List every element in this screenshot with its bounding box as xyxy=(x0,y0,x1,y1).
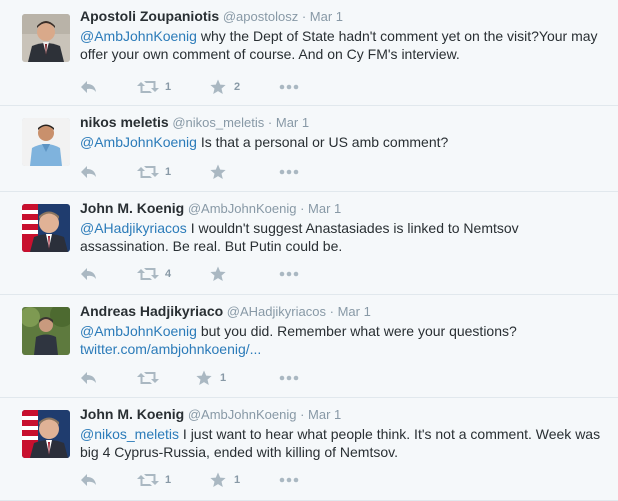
timestamp[interactable]: Mar 1 xyxy=(308,201,341,216)
display-name[interactable]: John M. Koenig xyxy=(80,200,184,216)
display-name[interactable]: Apostoli Zoupaniotis xyxy=(80,8,219,24)
more-dots-icon xyxy=(279,477,299,483)
tweet-text: @AmbJohnKoenig but you did. Remember wha… xyxy=(80,322,608,358)
tweet[interactable]: John M. Koenig @AmbJohnKoenig · Mar 1 @A… xyxy=(0,192,618,295)
more-button[interactable] xyxy=(278,370,300,388)
more-dots-icon xyxy=(279,375,299,381)
retweet-button[interactable]: 4 xyxy=(137,266,177,284)
avatar[interactable] xyxy=(22,410,70,458)
retweet-count: 1 xyxy=(165,81,172,93)
separator: · xyxy=(329,304,334,319)
separator: · xyxy=(301,9,307,24)
retweet-icon xyxy=(137,166,159,178)
timestamp[interactable]: Mar 1 xyxy=(276,115,309,130)
favorite-count: 2 xyxy=(234,81,241,93)
reply-icon xyxy=(81,166,96,178)
more-button[interactable] xyxy=(278,79,300,97)
separator: · xyxy=(267,115,273,130)
mention-link[interactable]: @AHadjikyriacos xyxy=(80,220,187,236)
reply-button[interactable] xyxy=(80,266,98,284)
tweet-body: Is that a personal or US amb comment? xyxy=(196,134,449,150)
user-handle[interactable]: @apostolosz xyxy=(223,9,298,24)
retweet-button[interactable]: 1 xyxy=(137,79,177,97)
mention-link[interactable]: @AmbJohnKoenig xyxy=(80,28,197,44)
timestamp[interactable]: Mar 1 xyxy=(338,304,371,319)
separator: · xyxy=(300,407,305,422)
favorite-star-icon xyxy=(210,164,226,179)
tweet[interactable]: nikos meletis @nikos_meletis · Mar 1 @Am… xyxy=(0,106,618,192)
favorite-star-icon xyxy=(210,472,226,487)
retweet-icon xyxy=(137,372,159,384)
favorite-button[interactable]: 1 xyxy=(196,370,236,388)
avatar[interactable] xyxy=(22,204,70,252)
favorite-button[interactable] xyxy=(210,266,250,284)
more-button[interactable] xyxy=(278,164,300,182)
reply-icon xyxy=(81,372,96,384)
favorite-button[interactable]: 1 xyxy=(210,472,250,490)
tweet[interactable]: John M. Koenig @AmbJohnKoenig · Mar 1 @n… xyxy=(0,398,618,501)
mention-link[interactable]: @AmbJohnKoenig xyxy=(80,134,197,150)
tweet-text: @nikos_meletis I just want to hear what … xyxy=(80,425,608,461)
retweet-count: 1 xyxy=(165,474,172,486)
reply-button[interactable] xyxy=(80,370,98,388)
mention-link[interactable]: @AmbJohnKoenig xyxy=(80,323,197,339)
tweet-actions: 1 xyxy=(80,164,320,184)
user-handle[interactable]: @AHadjikyriacos xyxy=(227,304,326,319)
tweet-text: @AmbJohnKoenig Is that a personal or US … xyxy=(80,133,608,151)
mention-link[interactable]: @nikos_meletis xyxy=(80,426,179,442)
avatar[interactable] xyxy=(22,14,70,62)
avatar[interactable] xyxy=(22,307,70,355)
reply-icon xyxy=(81,268,96,280)
favorite-button[interactable] xyxy=(210,164,250,182)
retweet-count: 1 xyxy=(165,166,172,178)
favorite-button[interactable]: 2 xyxy=(210,79,250,97)
user-handle[interactable]: @AmbJohnKoenig xyxy=(188,407,297,422)
tweet-timeline: Apostoli Zoupaniotis @apostolosz · Mar 1… xyxy=(0,0,618,501)
favorite-star-icon xyxy=(210,266,226,281)
tweet-actions: 1 2 xyxy=(80,79,320,99)
tweet-actions: 4 xyxy=(80,266,320,286)
retweet-icon xyxy=(137,268,159,280)
tweet-actions: 1 xyxy=(80,370,320,390)
timestamp[interactable]: Mar 1 xyxy=(310,9,343,24)
reply-button[interactable] xyxy=(80,164,98,182)
favorite-star-icon xyxy=(210,79,226,94)
more-dots-icon xyxy=(279,271,299,277)
user-handle[interactable]: @AmbJohnKoenig xyxy=(188,201,297,216)
more-dots-icon xyxy=(279,84,299,90)
reply-icon xyxy=(81,474,96,486)
display-name[interactable]: nikos meletis xyxy=(80,114,169,130)
tweet[interactable]: Andreas Hadjikyriaco @AHadjikyriacos · M… xyxy=(0,295,618,398)
tweet-actions: 1 1 xyxy=(80,472,320,492)
display-name[interactable]: Andreas Hadjikyriaco xyxy=(80,303,223,319)
tweet[interactable]: Apostoli Zoupaniotis @apostolosz · Mar 1… xyxy=(0,0,618,106)
favorite-count: 1 xyxy=(234,474,241,486)
user-handle[interactable]: @nikos_meletis xyxy=(172,115,264,130)
tweet-body: but you did. Remember what were your que… xyxy=(196,323,517,339)
more-button[interactable] xyxy=(278,266,300,284)
retweet-button[interactable] xyxy=(137,370,177,388)
retweet-icon xyxy=(137,474,159,486)
favorite-star-icon xyxy=(196,370,212,385)
more-dots-icon xyxy=(279,169,299,175)
retweet-button[interactable]: 1 xyxy=(137,164,177,182)
reply-button[interactable] xyxy=(80,472,98,490)
display-name[interactable]: John M. Koenig xyxy=(80,406,184,422)
timestamp[interactable]: Mar 1 xyxy=(308,407,341,422)
retweet-icon xyxy=(137,81,159,93)
favorite-count: 1 xyxy=(220,372,227,384)
url-link[interactable]: twitter.com/ambjohnkoenig/... xyxy=(80,341,261,357)
more-button[interactable] xyxy=(278,472,300,490)
tweet-text: @AHadjikyriacos I wouldn't suggest Anast… xyxy=(80,219,608,255)
avatar[interactable] xyxy=(22,118,70,166)
retweet-count: 4 xyxy=(165,268,172,280)
retweet-button[interactable]: 1 xyxy=(137,472,177,490)
tweet-text: @AmbJohnKoenig why the Dept of State had… xyxy=(80,27,608,63)
separator: · xyxy=(300,201,305,216)
reply-icon xyxy=(81,81,96,93)
reply-button[interactable] xyxy=(80,79,98,97)
